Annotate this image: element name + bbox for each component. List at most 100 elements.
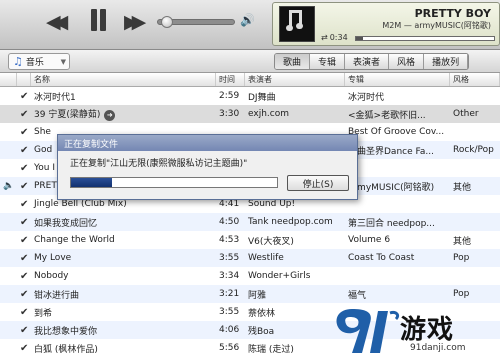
table-row[interactable]: ✔ 如果我变成回忆 4:50 Tank needpop.com 第三回合 needpop…: [0, 213, 500, 231]
row-artist-text: 萘依林: [248, 308, 276, 319]
arrow-link-icon[interactable]: ➜: [104, 110, 116, 121]
copy-progress-fill: [71, 178, 113, 187]
row-name-text: 钳冰进行曲: [34, 290, 80, 301]
row-checkbox[interactable]: ✔: [17, 91, 31, 102]
watermark-url: 91danji.com: [410, 343, 466, 353]
row-name-text: She: [34, 127, 51, 137]
watermark-brand: 游戏: [400, 315, 455, 345]
playback-progress-bar[interactable]: [355, 36, 495, 41]
row-checkbox[interactable]: ✔: [17, 307, 31, 318]
row-genre: 其他: [450, 234, 500, 247]
volume-slider[interactable]: [157, 16, 235, 28]
row-checkbox[interactable]: ✔: [17, 127, 31, 138]
column-header-album[interactable]: 专辑: [345, 73, 450, 86]
row-artist: Westlife: [245, 253, 345, 263]
row-artist-text: 阿雅: [248, 290, 267, 301]
row-time: 4:06: [216, 325, 245, 335]
row-time-text: 4:06: [219, 325, 240, 335]
table-row[interactable]: ✔ Nobody 3:34 Wonder+Girls: [0, 267, 500, 285]
table-row[interactable]: ✔ My Love 3:55 Westlife Coast To Coast Pop: [0, 249, 500, 267]
row-checkbox[interactable]: ✔: [17, 325, 31, 336]
source-bar: ♫ 音乐 ▼ 歌曲 专辑 表演者 风格 播放列: [0, 50, 500, 73]
row-artist-text: exjh.com: [248, 109, 289, 119]
row-time: 4:41: [216, 199, 245, 209]
row-time: 5:56: [216, 343, 245, 353]
row-checkbox-text: ✔: [20, 216, 29, 228]
volume-knob[interactable]: [160, 16, 173, 28]
row-time: 3:55: [216, 253, 245, 263]
row-checkbox[interactable]: ✔: [17, 271, 31, 282]
row-checkbox-text: ✔: [20, 126, 29, 138]
row-name: Nobody: [31, 271, 216, 281]
table-row[interactable]: ✔ 冰河时代1 2:59 DJ舞曲 冰河时代: [0, 87, 500, 105]
row-checkbox[interactable]: ✔: [17, 109, 31, 120]
row-time: 3:21: [216, 289, 245, 299]
source-selector[interactable]: ♫ 音乐 ▼: [8, 53, 70, 70]
row-name-text: 到希: [34, 308, 53, 319]
tab-4[interactable]: 播放列: [424, 54, 469, 69]
row-checkbox-text: ✔: [20, 252, 29, 264]
row-speaker: 🔈: [0, 181, 17, 191]
volume-high-icon: 🔊: [240, 13, 255, 27]
site-watermark-logo: 游戏 91danji.com: [330, 305, 500, 361]
row-artist: Wonder+Girls: [245, 271, 345, 281]
table-row[interactable]: ✔ 钳冰进行曲 3:21 阿雅 福气 Pop: [0, 285, 500, 303]
row-time-text: 5:56: [219, 343, 240, 353]
row-checkbox-text: ✔: [20, 198, 29, 210]
row-album: Volume 6: [345, 235, 450, 245]
row-genre-text: Pop: [453, 253, 470, 263]
row-checkbox-text: ✔: [20, 180, 29, 192]
row-checkbox[interactable]: ✔: [17, 217, 31, 228]
row-album: Coast To Coast: [345, 253, 450, 263]
row-name-text: Nobody: [34, 271, 69, 281]
tab-2[interactable]: 表演者: [345, 54, 390, 69]
row-artist: 阿雅: [245, 288, 345, 301]
row-artist: Sound Up!: [245, 199, 345, 209]
row-name: 我比想象中爱你: [31, 324, 216, 337]
table-row[interactable]: ✔ 39 宁夏(梁静茹) ➜ 3:30 exjh.com <金狐>老歌怀旧... Other: [0, 105, 500, 123]
row-checkbox[interactable]: ✔: [17, 199, 31, 210]
row-time: 4:53: [216, 235, 245, 245]
row-album: 福气: [345, 288, 450, 301]
tab-1[interactable]: 专辑: [310, 54, 346, 69]
row-artist-text: Wonder+Girls: [248, 271, 311, 281]
row-checkbox[interactable]: ✔: [17, 181, 31, 192]
column-header-genre[interactable]: 风格: [450, 73, 500, 86]
row-artist-text: 陈瑞 (走过): [248, 344, 294, 355]
row-checkbox[interactable]: ✔: [17, 253, 31, 264]
row-album-text: armyMUSIC(阿铭歌): [348, 182, 435, 193]
row-name: 到希: [31, 306, 216, 319]
table-row[interactable]: ✔ Change the World 4:53 V6(大夜叉) Volume 6 其他: [0, 231, 500, 249]
now-playing-title: PRETTY BOY: [414, 7, 491, 20]
previous-track-icon[interactable]: ◀◀: [46, 11, 68, 33]
repeat-icon[interactable]: ⇄: [321, 33, 328, 42]
row-checkbox[interactable]: ✔: [17, 235, 31, 246]
row-name-text: Jingle Bell (Club Mix): [34, 199, 127, 209]
row-time: 4:50: [216, 217, 245, 227]
next-track-icon[interactable]: ▶▶: [124, 11, 146, 33]
tab-3[interactable]: 风格: [389, 54, 425, 69]
column-header-time[interactable]: 时间: [216, 73, 245, 86]
tab-0[interactable]: 歌曲: [275, 54, 311, 69]
row-album: 第三回合 needpop...: [345, 216, 450, 229]
row-genre: 其他: [450, 180, 500, 193]
column-header-artist[interactable]: 表演者: [245, 73, 345, 86]
music-note-icon: [286, 10, 305, 34]
row-artist-text: DJ舞曲: [248, 92, 276, 103]
row-album: <金狐>老歌怀旧...: [345, 108, 450, 121]
row-checkbox[interactable]: ✔: [17, 289, 31, 300]
row-checkbox[interactable]: ✔: [17, 145, 31, 156]
now-playing-subtitle: M2M — armyMUSIC(阿铭歌): [382, 21, 491, 30]
row-artist-text: Tank needpop.com: [248, 217, 333, 227]
column-header-name[interactable]: 名称: [31, 73, 216, 86]
stop-button[interactable]: 停止(S): [287, 175, 349, 191]
row-checkbox[interactable]: ✔: [17, 343, 31, 354]
row-name: My Love: [31, 253, 216, 263]
row-time-text: 3:30: [219, 109, 240, 119]
row-name-text: 我比想象中爱你: [34, 326, 98, 337]
row-artist: exjh.com: [245, 109, 345, 119]
row-name-text: You I: [34, 163, 56, 173]
row-checkbox[interactable]: ✔: [17, 163, 31, 174]
pause-button[interactable]: [88, 9, 108, 31]
row-genre: Rock/Pop: [450, 145, 500, 155]
